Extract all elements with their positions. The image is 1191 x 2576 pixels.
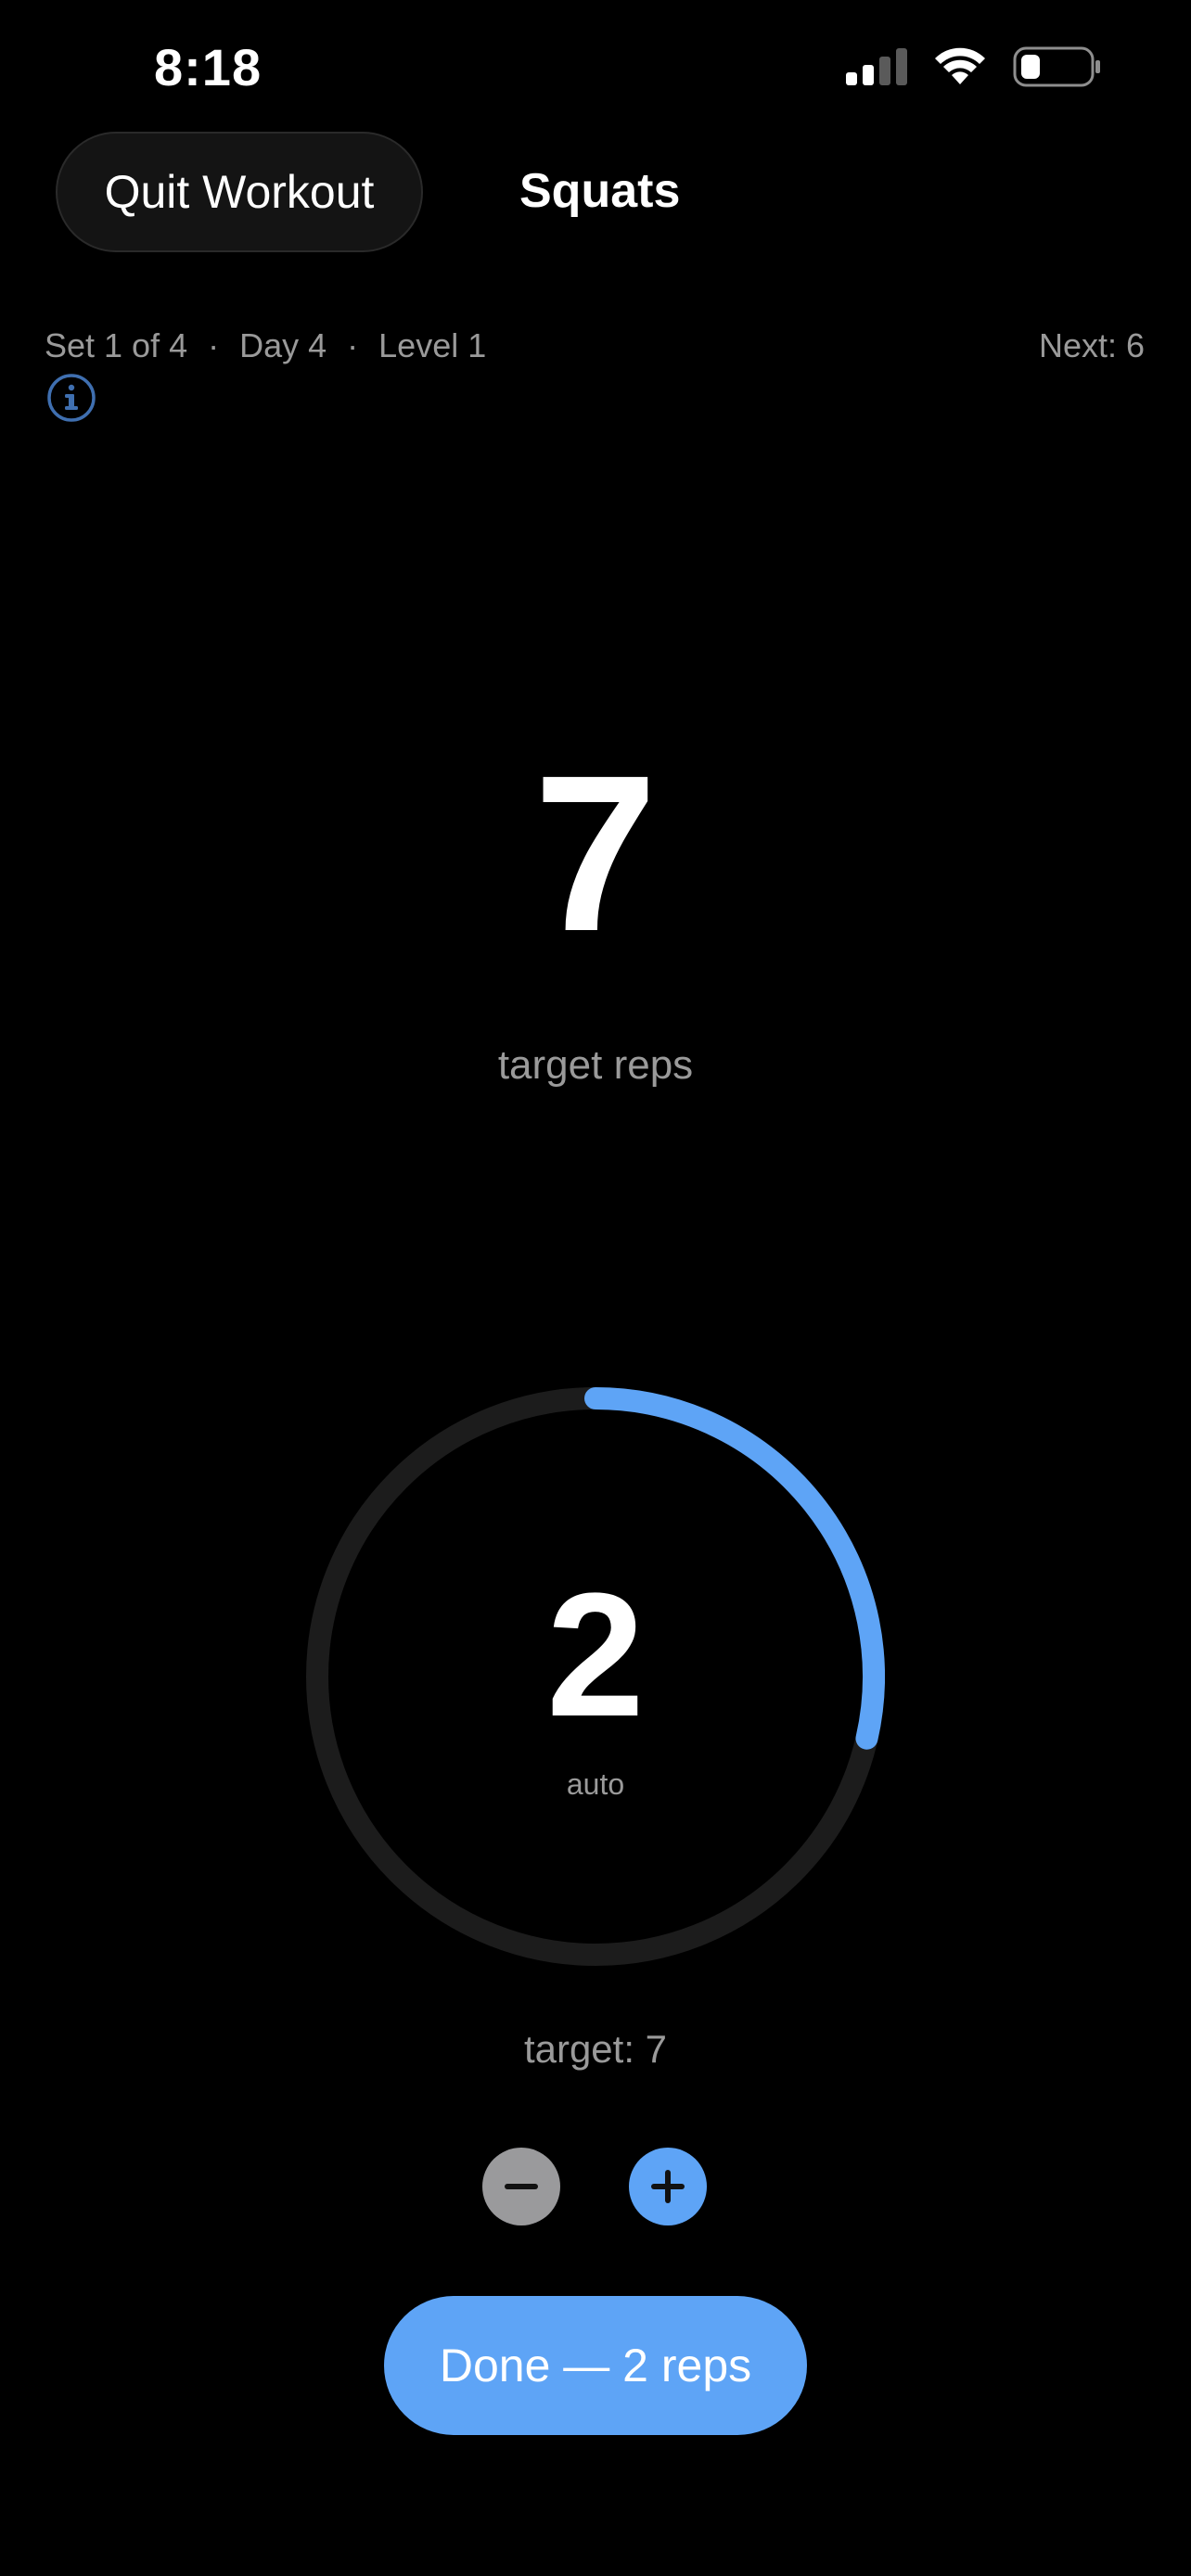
set-indicator: Set 1 of 4 xyxy=(45,326,188,364)
current-rep-count: 2 xyxy=(546,1557,645,1753)
decrement-button[interactable] xyxy=(482,2148,560,2225)
target-reps-number: 7 xyxy=(533,729,658,977)
exercise-title: Squats xyxy=(519,164,681,218)
increment-button[interactable] xyxy=(629,2148,707,2225)
status-time: 8:18 xyxy=(154,38,263,96)
status-icons xyxy=(846,46,1102,87)
next-set-label: Next: 6 xyxy=(1038,326,1145,364)
quit-workout-button[interactable]: Quit Workout xyxy=(56,132,423,252)
minus-icon xyxy=(505,2184,538,2189)
battery-icon xyxy=(1013,46,1100,87)
workout-meta: Set 1 of 4 · Day 4 · Level 1 xyxy=(45,326,486,365)
wifi-icon xyxy=(935,47,985,84)
meta-separator: · xyxy=(347,326,359,364)
day-indicator: Day 4 xyxy=(239,326,327,364)
meta-separator: · xyxy=(208,326,220,364)
level-indicator: Level 1 xyxy=(378,326,487,364)
count-mode-label: auto xyxy=(566,1767,625,1801)
target-label: target: 7 xyxy=(523,2027,668,2071)
plus-icon xyxy=(651,2170,685,2203)
info-icon[interactable] xyxy=(46,373,96,423)
cellular-signal-icon xyxy=(846,48,907,85)
target-reps-caption: target reps xyxy=(497,1042,694,1088)
done-button[interactable]: Done — 2 reps xyxy=(384,2296,807,2435)
